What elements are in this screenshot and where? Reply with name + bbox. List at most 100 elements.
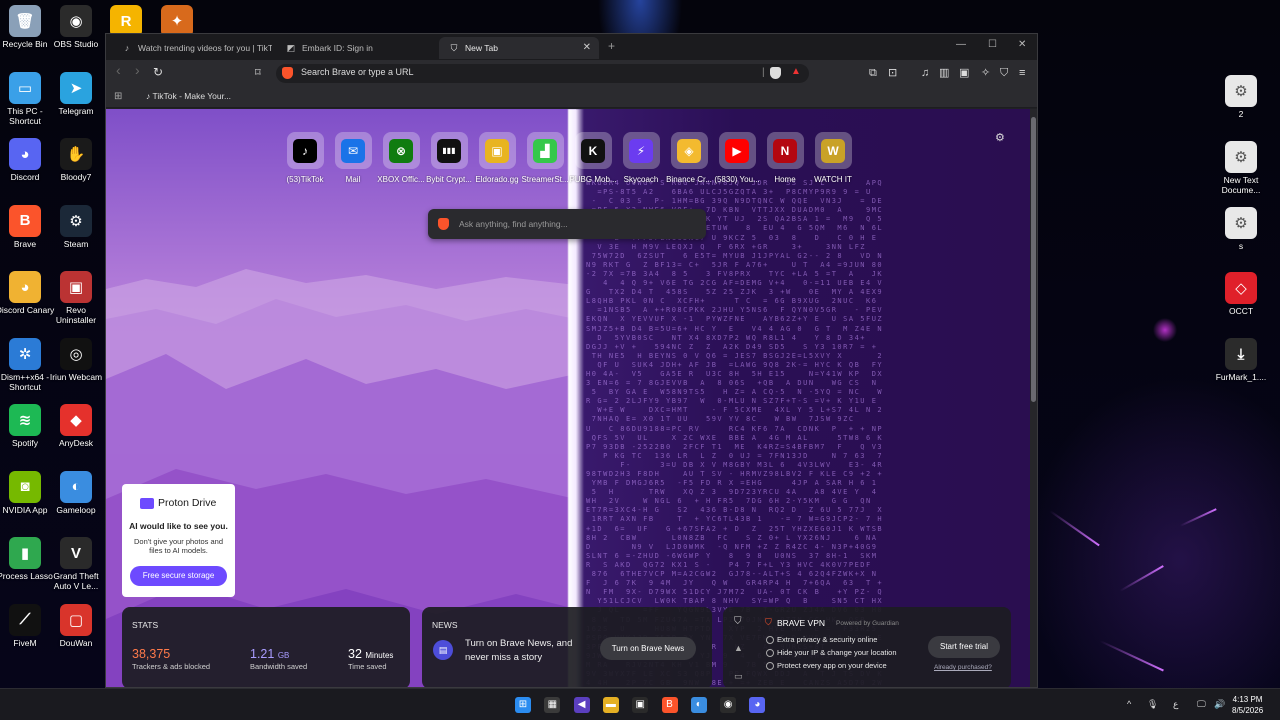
douwan-icon: ▢ xyxy=(60,603,92,636)
xbox-icon: ⊗ xyxy=(389,138,413,163)
top-site-tile[interactable]: ♪ (53)TikTok xyxy=(281,132,329,184)
brave-shield-icon[interactable] xyxy=(282,67,293,79)
vpn-widget-icon[interactable]: ⛉ xyxy=(734,616,742,627)
top-site-tile[interactable]: ▟ StreamerSt... xyxy=(521,132,569,184)
task-view-icon[interactable]: ▦ xyxy=(544,697,561,713)
already-purchased-link[interactable]: Already purchased? xyxy=(934,664,992,671)
top-site-tile[interactable]: N Home xyxy=(761,132,809,184)
top-site-tile[interactable]: ▶ (5830) You... xyxy=(713,132,761,184)
forward-button[interactable]: › xyxy=(135,63,140,77)
tab-new-tab[interactable]: ⛉ New Tab ✕ xyxy=(439,37,599,59)
vpn-widget-icon[interactable]: ▭ xyxy=(734,671,743,682)
desktop-icon[interactable]: V Grand Theft Auto V Le... xyxy=(46,537,106,591)
stats-title: STATS xyxy=(132,620,159,630)
page-scrollbar[interactable] xyxy=(1030,109,1037,687)
bookmark-page-button[interactable]: ⌑ xyxy=(255,66,261,80)
background-mountains xyxy=(106,109,576,687)
file-explorer-icon[interactable]: ▬ xyxy=(602,697,619,713)
top-site-label: Mail xyxy=(345,175,361,184)
top-site-label: Binance Cr... xyxy=(666,175,712,184)
desktop-icon[interactable]: ⚙ s xyxy=(1211,207,1271,251)
tray-icon[interactable]: 🖵 xyxy=(1197,699,1206,710)
desktop-icon[interactable]: ⚙ Steam xyxy=(46,204,106,249)
desktop-icon[interactable]: ➤ Telegram xyxy=(46,71,106,116)
scrollbar-thumb[interactable] xyxy=(1031,117,1036,402)
top-site-tile[interactable]: ◈ Binance Cr... xyxy=(665,132,713,184)
tab-embark[interactable]: ◩ Embark ID: Sign in xyxy=(276,37,436,59)
start-free-trial-button[interactable]: Start free trial xyxy=(928,636,1000,658)
desktop-icon[interactable]: ⚙ 2 xyxy=(1211,75,1271,119)
desktop-icon[interactable]: ◎ Iriun Webcam xyxy=(46,337,106,382)
shields-icon[interactable] xyxy=(770,67,781,79)
maximize-button[interactable]: ☐ xyxy=(988,39,997,50)
desktop-icon[interactable]: ◇ OCCT xyxy=(1211,272,1271,316)
reload-button[interactable]: ↻ xyxy=(153,65,163,79)
ask-search-box[interactable]: Ask anything, find anything... xyxy=(428,209,706,239)
top-site-label: (5830) You... xyxy=(714,175,760,184)
vpn-alert-icon[interactable]: ▲ xyxy=(734,643,743,653)
bookmark-tiktok[interactable]: ♪ TikTok - Make Your... xyxy=(146,91,231,101)
free-storage-button[interactable]: Free secure storage xyxy=(130,566,227,586)
desktop-icon[interactable]: ⚙ New Text Docume... xyxy=(1211,141,1271,195)
obs-icon[interactable]: ◉ xyxy=(720,697,737,713)
gameloop-icon[interactable]: ◐ xyxy=(690,697,707,713)
obs-icon: ◉ xyxy=(60,5,92,37)
apps-icon[interactable]: ⊞ xyxy=(114,91,122,102)
screenshot-icon[interactable]: ⊡ xyxy=(888,66,897,80)
sidebar-icon[interactable]: ▥ xyxy=(939,66,949,80)
proton-heading: AI would like to see you. xyxy=(129,521,228,531)
desktop-icon[interactable]: ◆ AnyDesk xyxy=(46,404,106,448)
desktop-icon[interactable]: ▢ DouWan xyxy=(46,603,106,648)
rewards-icon[interactable]: ▲ xyxy=(791,66,801,77)
top-site-tile[interactable]: ⊗ XBOX Offic... xyxy=(377,132,425,184)
desktop-icon[interactable]: ✋ Bloody7 xyxy=(46,138,106,182)
top-site-tile[interactable]: ⚡ Skycoach xyxy=(617,132,665,184)
divider: | xyxy=(762,67,765,78)
top-site-tile[interactable]: ▮▮▮ Bybit Crypt... xyxy=(425,132,473,184)
top-site-tile[interactable]: K PUBG Mob... xyxy=(569,132,617,184)
leo-icon[interactable]: ✧ xyxy=(981,66,990,80)
windows-start-icon[interactable]: ⊞ xyxy=(515,697,531,713)
visual-studio-icon[interactable]: ◀ xyxy=(573,697,590,713)
menu-icon[interactable]: ≡ xyxy=(1019,66,1025,80)
brave-icon[interactable]: B xyxy=(661,697,678,713)
desktop-icon[interactable]: ⤓ FurMark_1.... xyxy=(1211,338,1271,382)
store-icon[interactable]: ▣ xyxy=(632,697,649,713)
puzzle-icon[interactable]: ⧉ xyxy=(869,66,877,80)
desktop-icon-label: Bloody7 xyxy=(60,172,92,182)
netflix-icon: N xyxy=(773,138,797,163)
proton-drive-card[interactable]: Proton Drive AI would like to see you. D… xyxy=(122,484,235,597)
top-site-icon-box: N xyxy=(766,132,804,169)
tray-icon[interactable]: ع xyxy=(1173,699,1178,710)
media-icon[interactable]: ♫ xyxy=(921,66,929,80)
vpn-icon[interactable]: ⛉ xyxy=(1000,66,1008,80)
top-site-label: XBOX Offic... xyxy=(377,175,425,184)
address-bar[interactable]: Search Brave or type a URL | ▲ xyxy=(276,64,809,83)
settings-file-icon: ⚙ xyxy=(1225,141,1257,173)
background-matrix: WKU8R4 U0WG+ S R0G JN4N+8JQ JDR SS SJ L … xyxy=(576,109,1032,687)
tab-tiktok[interactable]: ♪ Watch trending videos for you | TikTok xyxy=(112,37,272,59)
customize-gear-icon[interactable]: ⚙ xyxy=(995,131,1005,144)
top-site-tile[interactable]: W WATCH IT xyxy=(809,132,857,184)
tray-icon[interactable]: ^ xyxy=(1127,699,1131,709)
tray-icon[interactable]: 🎙 xyxy=(1147,699,1158,710)
close-tab-icon[interactable]: ✕ xyxy=(583,37,591,59)
discord-icon[interactable]: ◕ xyxy=(749,697,766,713)
back-button[interactable]: ‹ xyxy=(116,63,121,77)
stats-card: STATS 38,375 Trackers & ads blocked 1.21… xyxy=(122,607,410,687)
wallet-icon[interactable]: ▣ xyxy=(959,66,969,80)
tray-icon[interactable]: 🔊 xyxy=(1214,699,1225,710)
desktop-icon[interactable]: ▣ Revo Uninstaller xyxy=(46,271,106,325)
top-site-icon-box: ♪ xyxy=(286,132,324,169)
minimize-button[interactable]: — xyxy=(956,39,966,50)
clock[interactable]: 4:13 PM 8/5/2026 xyxy=(1232,694,1263,716)
new-tab-button[interactable]: + xyxy=(608,39,615,53)
top-site-tile[interactable]: ✉ Mail xyxy=(329,132,377,184)
turn-on-news-button[interactable]: Turn on Brave News xyxy=(600,637,696,660)
top-site-icon-box: ▣ xyxy=(478,132,516,169)
desktop-icon[interactable]: ◐ Gameloop xyxy=(46,470,106,515)
top-site-tile[interactable]: ▣ Eldorado.gg xyxy=(473,132,521,184)
brave-shield-icon: ⛉ xyxy=(450,43,458,53)
anydesk-icon: ◆ xyxy=(60,404,92,436)
close-window-button[interactable]: ✕ xyxy=(1018,39,1026,50)
